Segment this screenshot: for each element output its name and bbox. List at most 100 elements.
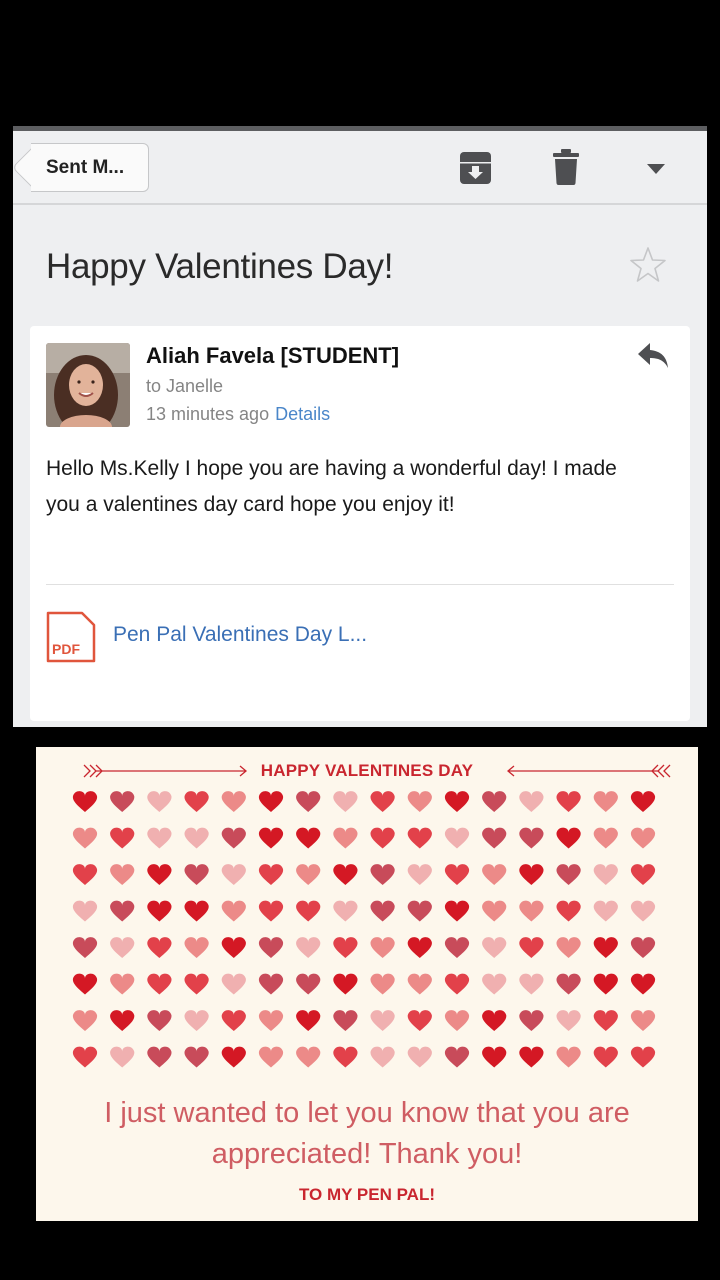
sender-name: Aliah Favela [STUDENT] xyxy=(146,343,400,368)
heart-decoration xyxy=(444,1010,470,1031)
star-icon[interactable] xyxy=(628,245,668,285)
heart-decoration xyxy=(296,1046,321,1068)
heart-decoration xyxy=(407,900,432,922)
heart-decoration xyxy=(72,791,98,812)
heart-decoration xyxy=(258,864,284,885)
back-button[interactable]: Sent M... xyxy=(31,143,149,192)
heart-decoration xyxy=(593,1010,618,1031)
heart-decoration xyxy=(482,827,507,849)
heart-decoration xyxy=(556,1010,581,1031)
heart-decoration xyxy=(333,937,358,958)
heart-decoration xyxy=(482,900,507,922)
heart-decoration xyxy=(221,791,246,812)
heart-decoration xyxy=(72,937,98,958)
heart-decoration xyxy=(519,937,544,958)
heart-decoration xyxy=(556,900,581,922)
heart-decoration xyxy=(110,791,135,812)
heart-decoration xyxy=(630,1010,656,1031)
heart-decoration xyxy=(444,900,470,922)
heart-decoration xyxy=(370,900,395,922)
heart-decoration xyxy=(482,937,507,958)
heart-decoration xyxy=(110,937,135,958)
right-arrow-decoration xyxy=(506,764,671,778)
heart-decoration xyxy=(147,864,172,885)
heart-decoration xyxy=(296,791,321,812)
pdf-icon[interactable]: PDF xyxy=(45,610,97,664)
heart-decoration xyxy=(110,1010,135,1031)
pdf-icon-label: PDF xyxy=(52,641,80,657)
heart-decoration xyxy=(519,1046,544,1068)
heart-decoration xyxy=(72,1010,98,1031)
back-button-wrap: Sent M... xyxy=(13,131,173,205)
heart-decoration xyxy=(630,1046,656,1068)
heart-decoration xyxy=(482,864,507,885)
heart-decoration xyxy=(370,864,395,885)
heart-decoration xyxy=(110,864,135,885)
details-link[interactable]: Details xyxy=(275,404,330,424)
heart-decoration xyxy=(444,791,470,812)
heart-decoration xyxy=(593,900,618,922)
heart-decoration xyxy=(333,827,358,849)
heart-decoration xyxy=(444,937,470,958)
heart-decoration xyxy=(407,1010,432,1031)
heart-decoration xyxy=(333,973,358,995)
heart-decoration xyxy=(370,973,395,995)
heart-decoration xyxy=(482,973,507,995)
chevron-down-icon[interactable] xyxy=(646,163,666,175)
heart-decoration xyxy=(184,1046,209,1068)
heart-decoration xyxy=(593,791,618,812)
heart-decoration xyxy=(333,1046,358,1068)
trash-icon[interactable] xyxy=(553,149,579,185)
heart-decoration xyxy=(407,937,432,958)
heart-decoration xyxy=(593,827,618,849)
heart-decoration xyxy=(258,973,284,995)
heart-decoration xyxy=(258,900,284,922)
heart-decoration xyxy=(258,937,284,958)
archive-icon[interactable] xyxy=(459,151,492,185)
heart-decoration xyxy=(407,1046,432,1068)
heart-decoration xyxy=(444,1046,470,1068)
heart-decoration xyxy=(630,973,656,995)
card-signature: TO MY PEN PAL! xyxy=(298,1185,436,1204)
heart-decoration xyxy=(444,973,470,995)
heart-decoration xyxy=(296,900,321,922)
heart-decoration xyxy=(556,827,581,849)
heart-decoration xyxy=(147,1010,172,1031)
heart-decoration xyxy=(147,827,172,849)
valentine-card-image: HAPPY VALENTINES DAY I just wanted to le… xyxy=(36,747,698,1221)
heart-decoration xyxy=(72,827,98,849)
heart-decoration xyxy=(519,827,544,849)
recipient-label: to Janelle xyxy=(146,376,224,396)
heart-decoration xyxy=(296,973,321,995)
heart-decoration xyxy=(221,864,246,885)
heart-decoration xyxy=(407,973,432,995)
heart-decoration xyxy=(556,864,581,885)
heart-decoration xyxy=(147,973,172,995)
heart-decoration xyxy=(407,827,432,849)
heart-decoration xyxy=(110,1046,135,1068)
heart-decoration xyxy=(110,973,135,995)
heart-decoration xyxy=(184,791,209,812)
heart-decoration xyxy=(258,827,284,849)
heart-decoration xyxy=(482,1010,507,1031)
heart-decoration xyxy=(370,1046,395,1068)
email-app-screenshot: Sent M... Happy Valentines Day! Aliah Fa… xyxy=(13,126,707,727)
heart-decoration xyxy=(258,791,284,812)
heart-decoration xyxy=(221,900,246,922)
heart-decoration xyxy=(184,1010,209,1031)
heart-decoration xyxy=(593,864,618,885)
toolbar: Sent M... xyxy=(13,131,707,205)
heart-decoration xyxy=(519,900,544,922)
heart-decoration xyxy=(630,827,656,849)
heart-decoration xyxy=(184,973,209,995)
reply-icon[interactable] xyxy=(636,341,670,371)
heart-decoration xyxy=(296,864,321,885)
heart-decoration xyxy=(221,1010,246,1031)
timestamp: 13 minutes ago xyxy=(146,404,270,424)
hearts-grid xyxy=(72,791,656,1068)
heart-decoration xyxy=(444,864,470,885)
heart-decoration xyxy=(519,864,544,885)
heart-decoration xyxy=(258,1046,284,1068)
attachment-name[interactable]: Pen Pal Valentines Day L... xyxy=(113,623,367,647)
avatar-photo xyxy=(46,343,130,427)
